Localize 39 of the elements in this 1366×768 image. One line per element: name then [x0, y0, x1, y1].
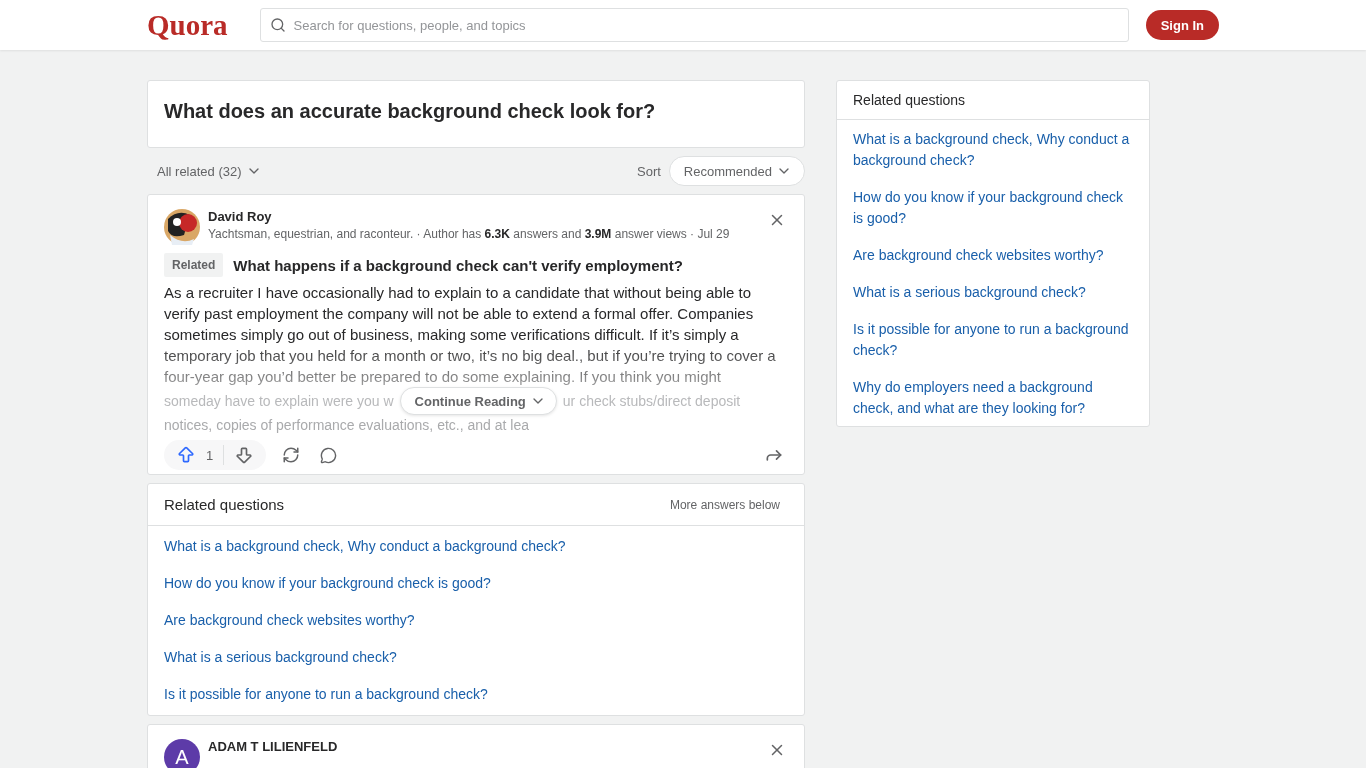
answer-text: As a recruiter I have occasionally had to explain to a candidate that without being able to verify past employment the company will not be able to extend a formal offer. Companies sometimes simply go out of business, making some verifications difficult. If it’s simply a temporary job that you held for a month or two, it’s no big deal., but if you’re trying to cover a four-year gap you’d better be prepared to do some explaining. If you think you might [164, 283, 777, 387]
logo: Quora [147, 8, 228, 42]
answer-text: ur check stubs/direct deposit [562, 391, 741, 411]
question-link[interactable]: Are background check websites worthy? [164, 610, 788, 631]
related-questions-title: Related questions [164, 496, 285, 513]
arrow-down-icon [234, 445, 255, 465]
question-link[interactable]: Are background check websites worthy? [853, 245, 1133, 266]
more-answers-label: More answers below [669, 497, 780, 512]
continue-reading-button[interactable]: Continue Reading [399, 387, 557, 415]
all-related-dropdown[interactable]: All related (32) [157, 163, 262, 179]
question-link[interactable]: Is it possible for anyone to run a background check? [164, 684, 788, 705]
question-link[interactable]: What is a background check, Why conduct a background check? [853, 129, 1133, 171]
sign-in-button[interactable]: Sign In [1145, 10, 1219, 40]
avatar [164, 209, 200, 245]
avatar: A [164, 739, 200, 768]
arrow-up-icon [176, 445, 196, 465]
author-name[interactable]: David Roy [208, 209, 758, 224]
sort-label: Sort [637, 163, 661, 179]
question-link[interactable]: What is a background check, Why conduct a background check? [164, 536, 788, 557]
comment-icon [320, 446, 338, 464]
question-link[interactable]: Why do employers need a background check, and what are they looking for? [853, 377, 1133, 419]
question-link[interactable]: How do you know if your background check is good? [164, 573, 788, 594]
question-link[interactable]: What is a serious background check? [853, 282, 1133, 303]
author-credential: Yachtsman, equestrian, and raconteur. · Author has 6.3K answers and 3.9M answer views · Jul 29 [208, 227, 731, 241]
upvote-button[interactable]: 1 [172, 445, 218, 465]
answer-text: notices, copies of performance evaluations, etc., and at lea [164, 416, 529, 435]
refresh-icon [282, 446, 301, 464]
search-icon [269, 17, 286, 33]
question-link[interactable]: What is a serious background check? [164, 647, 788, 668]
related-questions-title: Related questions [837, 81, 1149, 120]
question-title: What does an accurate background check look for? [163, 99, 657, 124]
related-tag: Related [164, 253, 224, 277]
related-question-link[interactable]: What happens if a background check can't verify employment? [233, 256, 683, 274]
answer-text: someday have to explain were you w [164, 391, 394, 411]
sort-dropdown[interactable]: Recommended [668, 156, 805, 186]
search-field[interactable]: Search for questions, people, and topics [259, 8, 1129, 42]
question-link[interactable]: How do you know if your background check is good? [853, 187, 1133, 229]
author-name[interactable]: ADAM T LILIENFELD [208, 739, 758, 754]
question-link[interactable]: Is it possible for anyone to run a background check? [853, 319, 1133, 361]
